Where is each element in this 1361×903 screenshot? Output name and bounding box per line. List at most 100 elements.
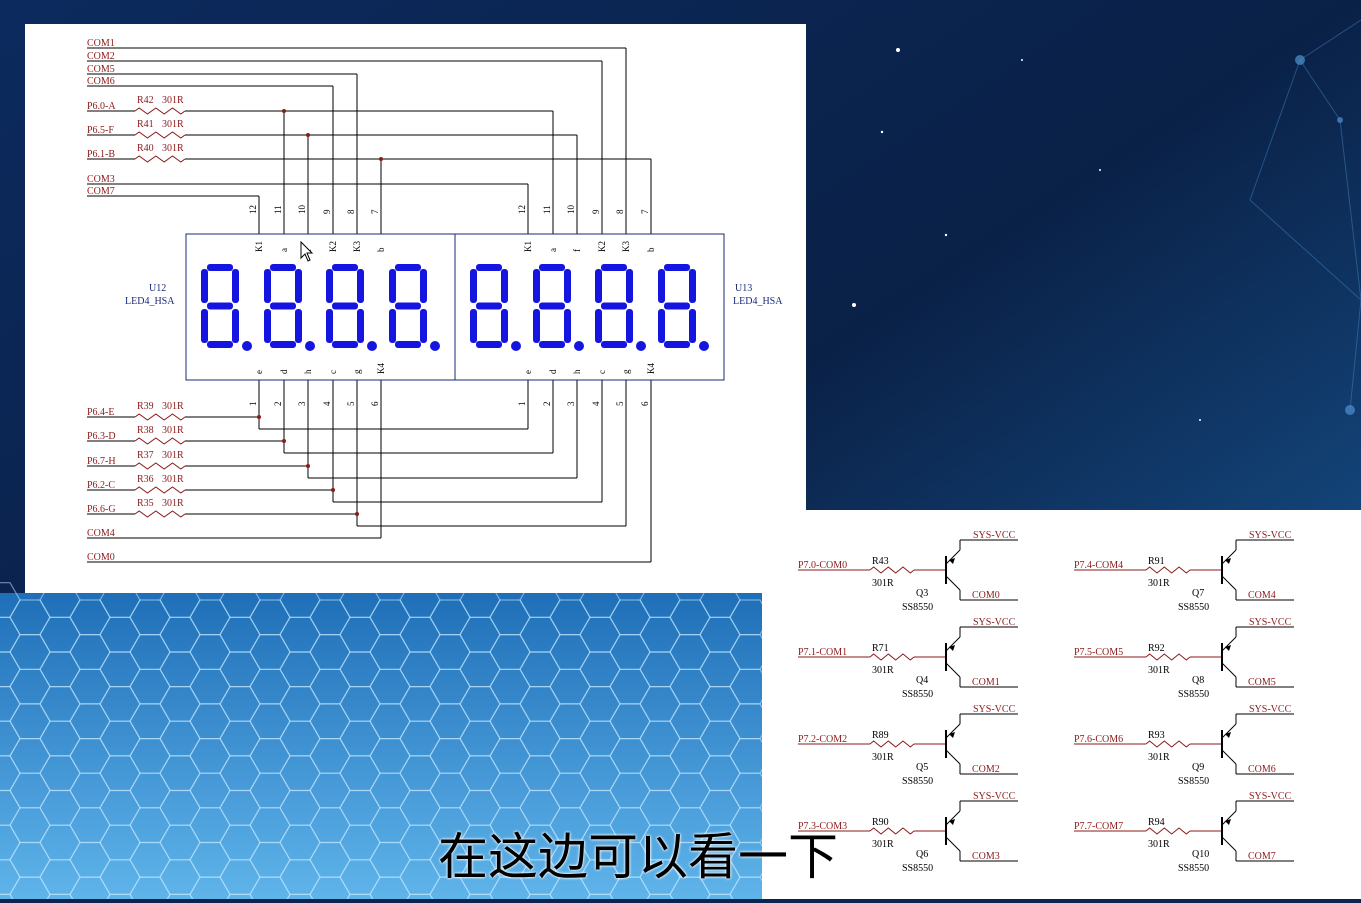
driver-q10: P7.7-COM7 R94 301R SYS-VCC COM7 Q10 SS8550 xyxy=(1074,791,1294,874)
pin-number-top: 9 xyxy=(322,209,332,214)
led-segment xyxy=(595,269,602,303)
pin-number-top: 8 xyxy=(615,209,625,214)
resistor-ref: R37 xyxy=(137,450,154,461)
net-label-seg-bottom: P6.2-C xyxy=(87,480,115,491)
resistor-symbol xyxy=(134,462,186,470)
driver-q3: P7.0-COM0 R43 301R SYS-VCC COM0 Q3 SS8550 xyxy=(798,530,1018,613)
pin-name-top: K2 xyxy=(597,241,607,252)
u13-ref: U13 xyxy=(735,283,752,294)
driver-resistor-value: 301R xyxy=(1148,578,1170,589)
transistor-collector xyxy=(945,749,961,765)
pin-name-bottom: d xyxy=(279,369,289,374)
led-decimal-point xyxy=(511,341,521,351)
pin-number-bottom: 5 xyxy=(615,401,625,406)
led-decimal-point xyxy=(699,341,709,351)
driver-q8: P7.5-COM5 R92 301R SYS-VCC COM5 Q8 SS8550 xyxy=(1074,617,1294,700)
led-segment xyxy=(476,264,502,271)
pin-name-top: b xyxy=(646,247,656,252)
driver-vcc-label: SYS-VCC xyxy=(973,617,1016,628)
led-segment xyxy=(689,309,696,343)
net-label-com-bottom: COM0 xyxy=(87,552,115,563)
pin-number-top: 12 xyxy=(248,205,258,214)
led-segment xyxy=(201,309,208,343)
led-segment xyxy=(357,269,364,303)
led-segment xyxy=(601,302,627,310)
resistor-symbol xyxy=(134,155,186,163)
pin-number-bottom: 1 xyxy=(248,402,258,407)
driver-transistor-part: SS8550 xyxy=(1178,863,1209,874)
led-decimal-point xyxy=(367,341,377,351)
led-segment xyxy=(533,269,540,303)
pin-name-bottom: g xyxy=(621,369,631,374)
resistor-symbol xyxy=(134,486,186,494)
pin-number-bottom: 3 xyxy=(566,401,576,406)
pin-name-top: K1 xyxy=(523,241,533,252)
subtitle-caption: 在这边可以看一下 xyxy=(438,828,838,886)
pin-name-bottom: K4 xyxy=(376,363,386,374)
led-segment xyxy=(689,269,696,303)
pin-number-top: 7 xyxy=(370,209,380,214)
u12-ref: U12 xyxy=(149,283,166,294)
led-segment xyxy=(533,309,540,343)
pin-name-bottom: e xyxy=(254,370,264,374)
net-label-com6: COM6 xyxy=(87,76,115,87)
pin-name-bottom: d xyxy=(548,369,558,374)
resistor-value: 301R xyxy=(162,474,184,485)
transistor-collector xyxy=(1221,749,1237,765)
transistor-arrow-icon xyxy=(949,819,955,825)
pin-name-top: a xyxy=(548,248,558,252)
net-label-com5: COM5 xyxy=(87,64,115,75)
resistor-symbol xyxy=(134,131,186,139)
junction-dot xyxy=(306,464,310,468)
driver-output-net: COM1 xyxy=(972,677,1000,688)
driver-transistor-ref: Q9 xyxy=(1192,762,1204,773)
transistor-collector xyxy=(945,662,961,678)
driver-transistor-part: SS8550 xyxy=(1178,689,1209,700)
led-segment xyxy=(395,264,421,271)
driver-resistor-ref: R93 xyxy=(1148,730,1165,741)
driver-resistor-value: 301R xyxy=(1148,752,1170,763)
driver-transistor-ref: Q3 xyxy=(916,588,928,599)
pin-number-bottom: 6 xyxy=(640,401,650,406)
driver-input-net: P7.1-COM1 xyxy=(798,647,847,658)
pin-name-bottom: c xyxy=(597,370,607,374)
resistor-value: 301R xyxy=(162,143,184,154)
net-label-seg-bottom: P6.7-H xyxy=(87,456,116,467)
mouse-cursor-icon xyxy=(300,240,314,262)
driver-output-net: COM6 xyxy=(1248,764,1276,775)
driver-vcc-label: SYS-VCC xyxy=(1249,530,1292,541)
driver-resistor-value: 301R xyxy=(872,578,894,589)
led-segment xyxy=(201,269,208,303)
transistor-collector xyxy=(1221,575,1237,591)
led-segment xyxy=(389,269,396,303)
transistor-arrow-icon xyxy=(1225,732,1231,738)
driver-transistor-ref: Q10 xyxy=(1192,849,1209,860)
led-segment xyxy=(420,309,427,343)
driver-vcc-label: SYS-VCC xyxy=(973,791,1016,802)
led-segment xyxy=(232,269,239,303)
led-decimal-point xyxy=(242,341,252,351)
resistor-value: 301R xyxy=(162,425,184,436)
transistor-arrow-icon xyxy=(949,558,955,564)
led-segment xyxy=(270,302,296,310)
led-segment xyxy=(270,341,296,348)
pin-name-bottom: e xyxy=(523,370,533,374)
driver-resistor-ref: R89 xyxy=(872,730,889,741)
resistor-symbol xyxy=(869,740,915,748)
driver-q7: P7.4-COM4 R91 301R SYS-VCC COM4 Q7 SS8550 xyxy=(1074,530,1294,613)
driver-resistor-ref: R91 xyxy=(1148,556,1165,567)
driver-resistor-ref: R71 xyxy=(872,643,889,654)
driver-resistor-ref: R92 xyxy=(1148,643,1165,654)
led-segment xyxy=(664,302,690,310)
pin-name-top: K2 xyxy=(328,241,338,252)
resistor-symbol xyxy=(869,653,915,661)
net-label-com2: COM2 xyxy=(87,51,115,62)
led-segment xyxy=(501,309,508,343)
resistor-ref: R36 xyxy=(137,474,154,485)
driver-q4: P7.1-COM1 R71 301R SYS-VCC COM1 Q4 SS8550 xyxy=(798,617,1018,700)
pin-name-bottom: h xyxy=(572,369,582,374)
led-segment xyxy=(601,341,627,348)
led-segment xyxy=(539,302,565,310)
led-segment xyxy=(664,264,690,271)
resistor-ref: R38 xyxy=(137,425,154,436)
